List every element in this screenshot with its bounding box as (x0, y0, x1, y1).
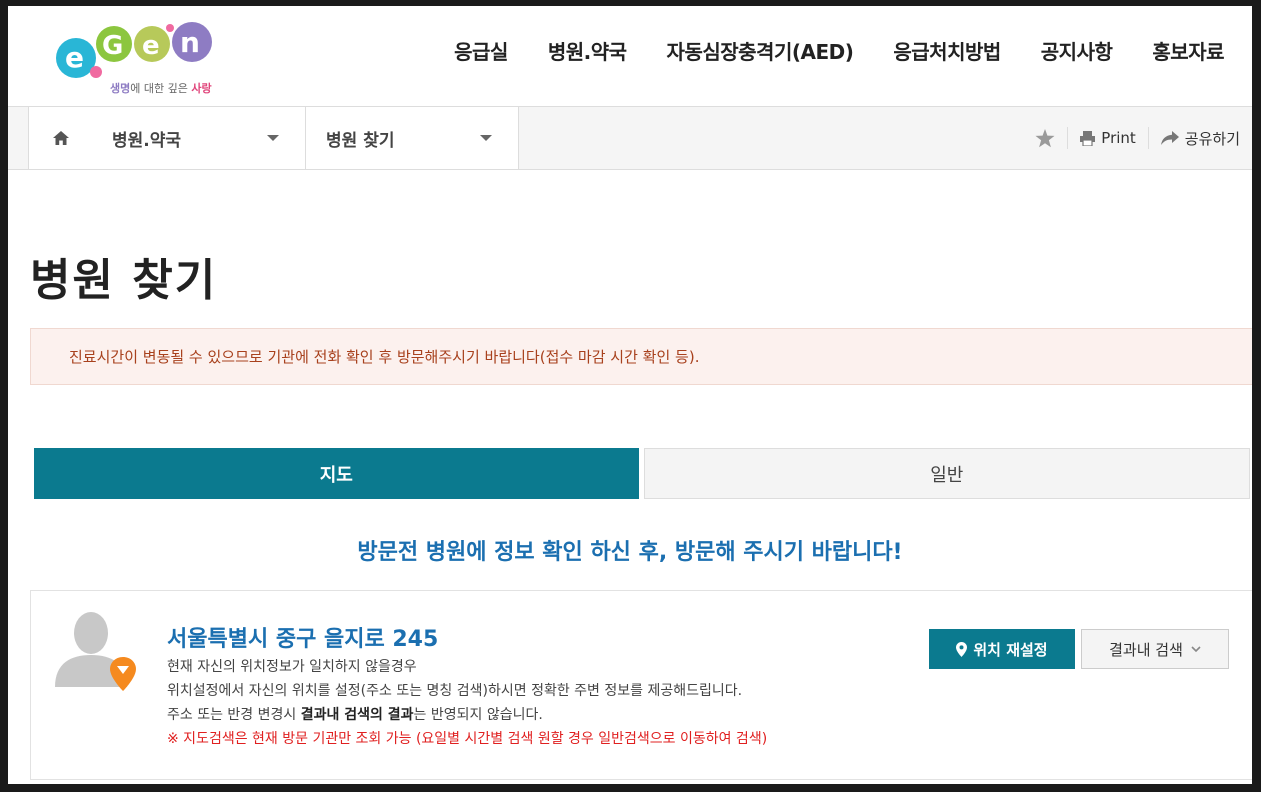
nav-promotion[interactable]: 홍보자료 (1152, 36, 1224, 65)
tab-map[interactable]: 지도 (34, 448, 639, 499)
search-within-results-button[interactable]: 결과내 검색 (1081, 629, 1229, 669)
current-address: 서울특별시 중구 을지로 245 (167, 627, 439, 652)
breadcrumb-category-label: 병원.약국 (112, 130, 182, 151)
nav-first-aid[interactable]: 응급처치방법 (893, 36, 1001, 65)
breadcrumb-select-page[interactable]: 병원 찾기 (306, 107, 519, 169)
visit-headline: 방문전 병원에 정보 확인 하신 후, 방문해 주시기 바랍니다! (357, 540, 903, 565)
location-info-line: 주소 또는 반경 변경시 결과내 검색의 결과는 반영되지 않습니다. (167, 707, 543, 723)
nav-aed[interactable]: 자동심장충격기(AED) (667, 36, 854, 65)
site-header: e G e n 생명에 대한 깊은 사랑 응급실 병원.약국 자동심장충격기(A… (8, 6, 1252, 106)
logo-letter-n: n (180, 26, 200, 59)
search-within-results-label: 결과내 검색 (1109, 640, 1183, 659)
chevron-down-icon (267, 135, 279, 141)
chevron-down-icon (1191, 645, 1201, 652)
nav-hospital-pharmacy[interactable]: 병원.약국 (548, 36, 627, 65)
print-label: Print (1101, 129, 1136, 147)
logo-letter-g: G (102, 31, 123, 61)
notice-text: 진료시간이 변동될 수 있으므로 기관에 전화 확인 후 방문해주시기 바랍니다… (69, 348, 700, 366)
location-card: 서울특별시 중구 을지로 245 현재 자신의 위치정보가 일치하지 않을경우 … (30, 590, 1252, 780)
nav-emergency-room[interactable]: 응급실 (454, 36, 508, 65)
page-tools: Print 공유하기 (1023, 107, 1240, 169)
reset-location-label: 위치 재설정 (973, 640, 1048, 659)
logo-letter-e2: e (142, 31, 160, 61)
share-label: 공유하기 (1184, 129, 1240, 148)
home-icon (52, 131, 69, 145)
egen-logo[interactable]: e G e n 생명에 대한 깊은 사랑 (52, 14, 222, 96)
print-icon (1080, 130, 1096, 146)
breadcrumb-page-label: 병원 찾기 (326, 130, 395, 151)
logo-letter-e: e (65, 41, 84, 74)
breadcrumb-bar: 병원.약국 병원 찾기 Print 공유하기 (8, 106, 1252, 170)
reset-location-button[interactable]: 위치 재설정 (929, 629, 1075, 669)
location-description: 현재 자신의 위치정보가 일치하지 않을경우 위치설정에서 자신의 위치를 설정… (167, 655, 767, 751)
logo-tagline: 생명에 대한 깊은 사랑 (110, 81, 212, 95)
breadcrumb-select-category[interactable]: 병원.약국 (92, 107, 306, 169)
main-nav: 응급실 병원.약국 자동심장충격기(AED) 응급처치방법 공지사항 홍보자료 (454, 36, 1224, 65)
location-info-line: 현재 자신의 위치정보가 일치하지 않을경우 (167, 659, 417, 675)
map-search-warning: ※ 지도검색은 현재 방문 기관만 조회 가능 (요일별 시간별 검색 원할 경… (167, 731, 768, 747)
user-silhouette-icon (55, 612, 136, 691)
favorite-button[interactable] (1023, 128, 1067, 148)
user-location-avatar (53, 611, 139, 697)
share-button[interactable]: 공유하기 (1147, 127, 1240, 149)
share-arrow-icon (1160, 131, 1179, 145)
search-mode-tabs: 지도 일반 (34, 448, 1250, 499)
tab-general[interactable]: 일반 (643, 448, 1250, 499)
notice-banner: 진료시간이 변동될 수 있으므로 기관에 전화 확인 후 방문해주시기 바랍니다… (30, 328, 1252, 385)
nav-notices[interactable]: 공지사항 (1041, 36, 1113, 65)
browser-page: e G e n 생명에 대한 깊은 사랑 응급실 병원.약국 자동심장충격기(A… (8, 6, 1252, 784)
home-button[interactable] (28, 107, 93, 169)
star-icon (1035, 128, 1055, 147)
page-title: 병원 찾기 (30, 255, 218, 306)
map-marker-icon (956, 641, 968, 657)
chevron-down-icon (480, 135, 492, 141)
print-button[interactable]: Print (1067, 127, 1148, 149)
location-info-line: 위치설정에서 자신의 위치를 설정(주소 또는 명칭 검색)하시면 정확한 주변… (167, 683, 743, 699)
